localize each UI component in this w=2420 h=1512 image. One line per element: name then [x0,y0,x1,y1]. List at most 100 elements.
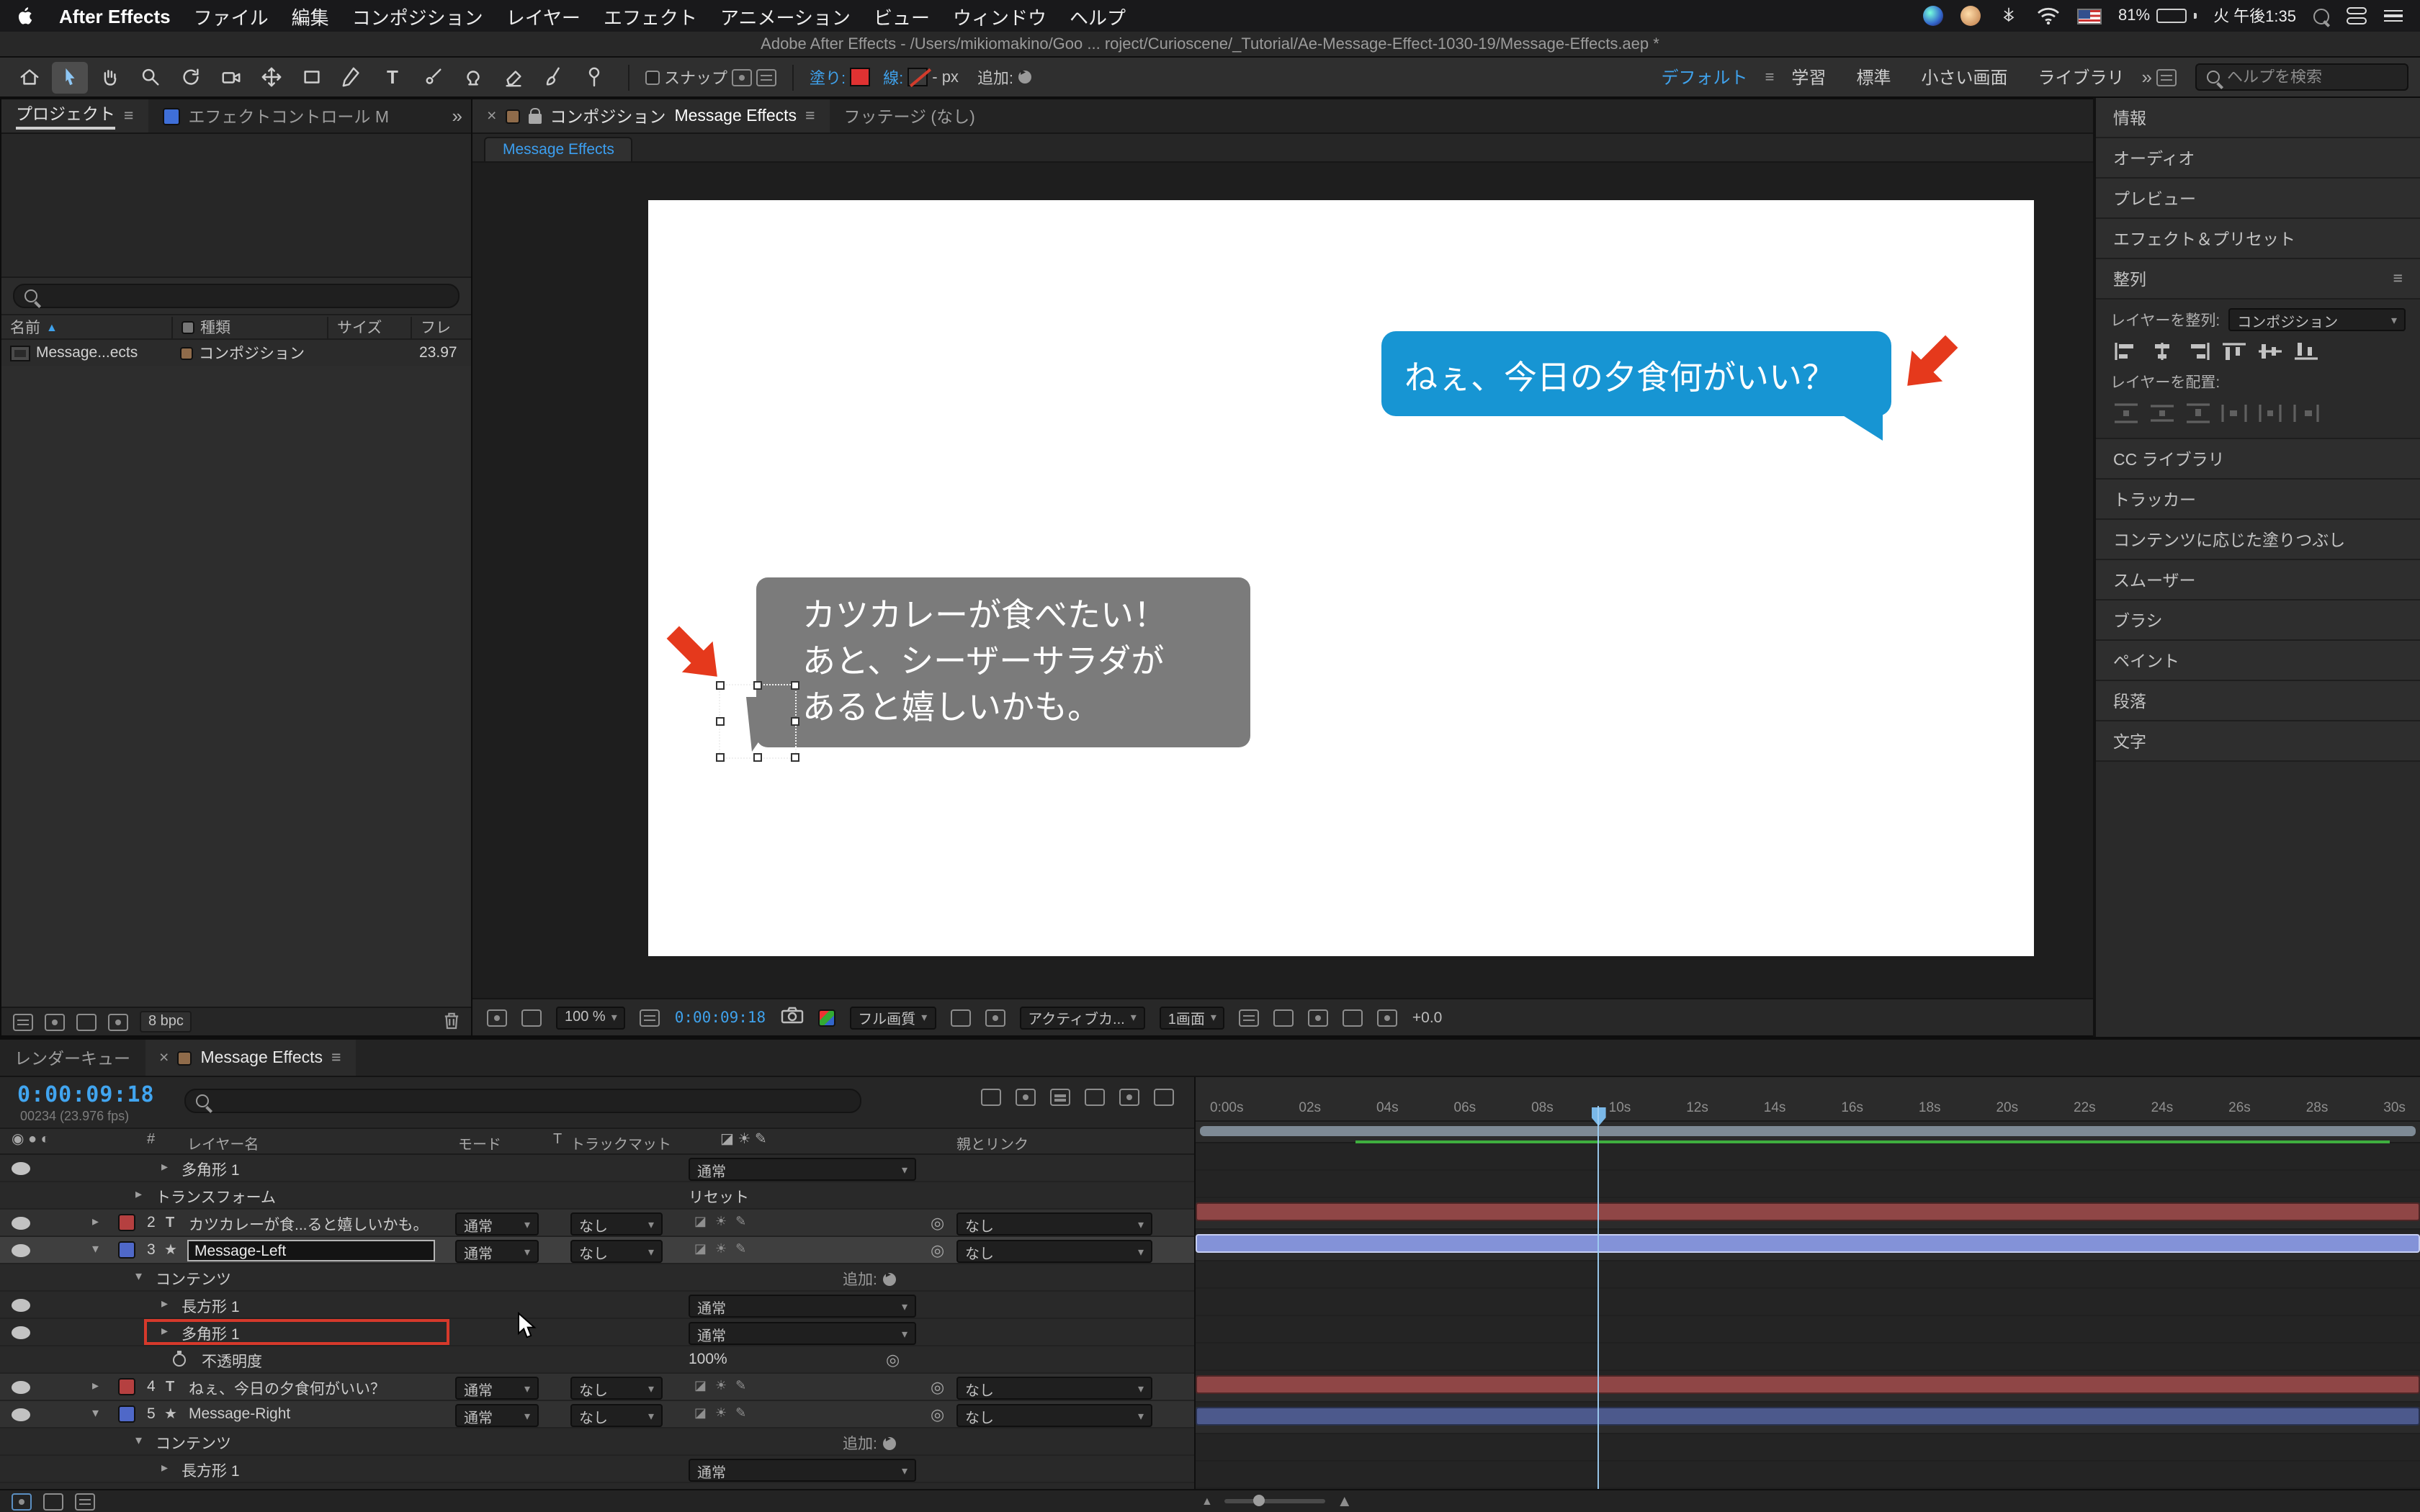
transparency-grid-icon[interactable] [985,1009,1005,1026]
new-folder-icon[interactable] [45,1013,65,1030]
brush-tool[interactable] [415,61,451,93]
visibility-toggle[interactable] [12,1299,30,1316]
timeline-row-layer2[interactable]: 2 カツカレーが食...ると嬉しいかも。 通常 なし ◪☀✎ なし [0,1210,1194,1237]
layer-bar-text4[interactable] [1196,1375,2420,1394]
add-button-icon[interactable] [882,1269,896,1286]
property-group-name[interactable]: コンテンツ [156,1433,231,1454]
menu-file[interactable]: ファイル [194,2,269,30]
panel-menu-icon[interactable] [331,1049,341,1066]
project-item-name[interactable]: Message...ects [36,344,138,361]
composition-canvas[interactable]: ねぇ、今日の夕食何がいい？ カツカレーが食べたい！ あと、シーザーサラダが ある… [648,200,2034,956]
property-group-name[interactable]: コンテンツ [156,1269,231,1290]
message-bubble-right[interactable]: ねぇ、今日の夕食何がいい？ [1381,331,1891,441]
mode-header[interactable]: モード [458,1132,501,1153]
menu-window[interactable]: ウィンドウ [953,2,1047,30]
work-area-handle[interactable] [1200,1125,2416,1136]
work-area-bar[interactable] [1196,1121,2420,1144]
project-list-header[interactable]: 名前 ▲ 種類 サイズ フレ [1,314,471,340]
panel-character[interactable]: 文字 [2096,721,2420,762]
tab-effect-controls[interactable]: エフェクトコントロール M [148,99,403,132]
panel-smoother[interactable]: スムーザー [2096,560,2420,600]
property-name[interactable]: 不透明度 [202,1351,262,1372]
flowchart-icon[interactable] [1343,1009,1363,1026]
always-preview-icon[interactable] [487,1009,507,1026]
project-search-input[interactable] [46,287,448,305]
pan-behind-tool[interactable] [254,61,290,93]
menu-layer[interactable]: レイヤー [506,2,581,30]
zoom-in-icon[interactable]: ▲ [1337,1493,1353,1510]
region-of-interest-icon[interactable] [950,1009,971,1026]
panel-cc-libraries[interactable]: CC ライブラリ [2096,439,2420,480]
layer-bar-message-right[interactable] [1196,1407,2420,1426]
blend-mode-dropdown[interactable]: 通常 [455,1377,539,1400]
trackmatte-dropdown[interactable]: なし [570,1377,663,1400]
blend-mode-dropdown[interactable]: 通常 [455,1404,539,1427]
parent-dropdown[interactable]: なし [956,1404,1152,1427]
twirl-icon[interactable] [161,1159,168,1175]
timeline-zoom-slider[interactable] [1224,1495,1325,1506]
twirl-icon[interactable] [161,1460,168,1476]
blend-mode-dropdown[interactable]: 通常 [689,1459,916,1482]
panel-brushes[interactable]: ブラシ [2096,600,2420,641]
zoom-dropdown[interactable]: 100 % [556,1006,626,1029]
blend-mode-dropdown[interactable]: 通常 [455,1240,539,1263]
expand-layers-icon[interactable] [12,1493,32,1510]
workspace-overflow-icon[interactable] [2142,66,2152,88]
panel-overflow-icon[interactable] [452,105,471,127]
project-list-empty[interactable] [1,366,471,1007]
snap-option-icon[interactable] [732,68,752,86]
parent-link-header[interactable]: 親とリンク [956,1132,1028,1153]
panel-paint[interactable]: ペイント [2096,641,2420,681]
shape-group-name[interactable]: 長方形 1 [182,1460,240,1482]
workspace-standard[interactable]: 標準 [1856,65,1891,89]
panel-paragraph[interactable]: 段落 [2096,681,2420,721]
siri-icon[interactable] [1922,6,1942,26]
layer-color-chip[interactable] [118,1378,135,1395]
panel-menu-icon[interactable] [124,107,133,125]
close-tab-icon[interactable] [159,1049,169,1066]
align-vertical-center-icon[interactable] [2257,341,2283,361]
workspace-menu-icon[interactable] [1765,68,1775,86]
layer-name-header[interactable]: レイヤー名 [187,1132,259,1153]
timeline-graph-area[interactable]: 0:00s 02s 04s 06s 08s 10s 12s 14s 16s 18s 20s 22s 24… [1196,1077,2420,1489]
delete-icon[interactable] [444,1010,460,1033]
track-row[interactable] [1196,1462,2420,1489]
twirl-icon[interactable] [92,1241,99,1257]
spotlight-icon[interactable] [2313,8,2329,24]
timeline-column-headers[interactable]: ◉ ● ◐ # レイヤー名 モード T トラックマット ◪ ☀ ✎ 親とリンク [0,1129,1194,1155]
pixel-aspect-icon[interactable] [1239,1009,1260,1026]
layer-name-edit-field[interactable]: Message-Left [187,1239,435,1261]
track-row[interactable] [1196,1202,2420,1230]
distribute-left-icon[interactable] [2221,403,2247,423]
layer-color-chip[interactable] [118,1241,135,1259]
selection-handle[interactable] [753,681,762,690]
type-tool[interactable]: T [375,61,411,93]
timeline-row-contents2[interactable]: コンテンツ 追加: [0,1428,1194,1456]
input-language-flag-icon[interactable] [2076,8,2101,24]
fill-label[interactable]: 塗り: [810,66,846,89]
blend-mode-dropdown[interactable]: 通常 [689,1322,916,1345]
exposure-value[interactable]: +0.0 [1412,1009,1442,1026]
timeline-row-contents[interactable]: コンテンツ 追加: [0,1264,1194,1292]
layer-bar-message-left[interactable] [1196,1234,2420,1253]
visibility-toggle[interactable] [12,1217,30,1234]
parent-dropdown[interactable]: なし [956,1212,1152,1236]
timeline-row-rectangle2[interactable]: 長方形 1 通常 [0,1456,1194,1483]
selection-handle[interactable] [791,753,799,762]
selection-handle[interactable] [791,681,799,690]
tab-render-queue[interactable]: レンダーキュー [0,1040,145,1076]
timeline-row-layer4[interactable]: 4 ねぇ、今日の夕食何がいい？ 通常 なし ◪☀✎ なし [0,1374,1194,1401]
workspace-small-screen[interactable]: 小さい画面 [1921,65,2007,89]
adjust-icon[interactable] [108,1013,128,1030]
tab-footage[interactable]: フッテージ (なし) [830,99,990,132]
workspace-bar-icon[interactable] [2156,68,2177,86]
distribute-bottom-icon[interactable] [2185,403,2211,423]
track-row[interactable] [1196,1171,2420,1198]
menu-help[interactable]: ヘルプ [1070,2,1126,30]
notification-list-icon[interactable] [2384,9,2403,22]
align-right-icon[interactable] [2185,341,2211,361]
stroke-width-value[interactable]: - px [932,68,959,86]
selection-handle[interactable] [791,717,799,726]
interpret-footage-icon[interactable] [13,1013,33,1030]
eraser-tool[interactable] [496,61,532,93]
